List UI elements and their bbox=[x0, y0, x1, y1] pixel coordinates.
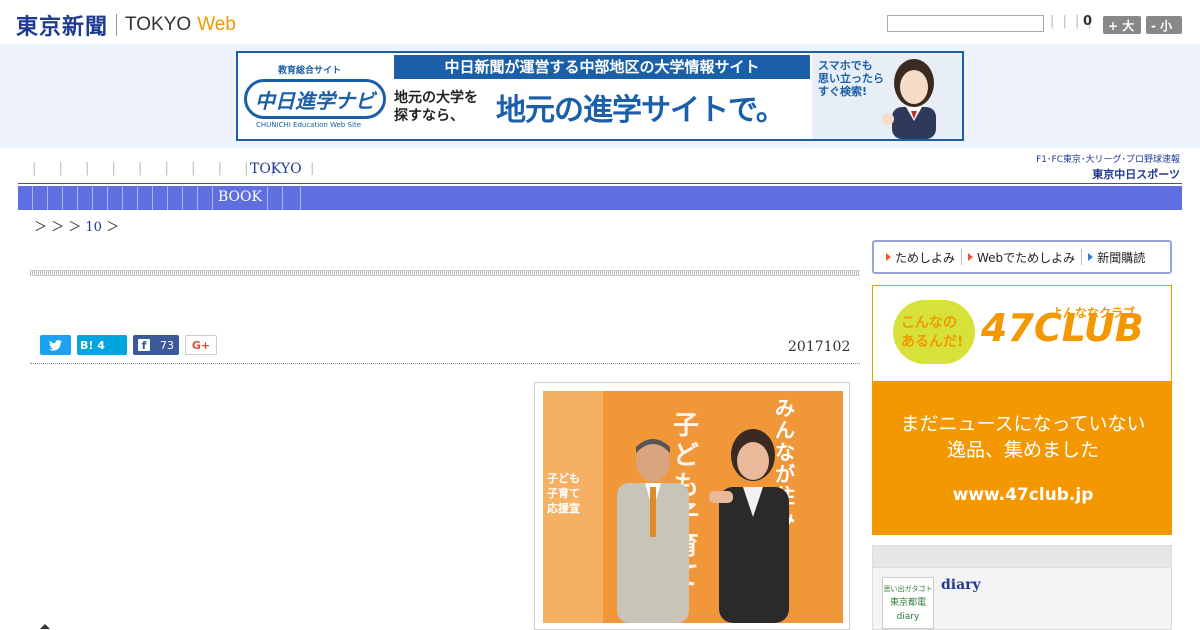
article-photo-frame: 子ども 子育て 応援宣 子ども子育て みんなが住み bbox=[534, 382, 850, 630]
breadcrumb-suffix: ＞ bbox=[106, 220, 120, 235]
ad-47club-url: www.47club.jp bbox=[952, 485, 1094, 505]
ad-47club-message-line-1: まだニュースになっていない bbox=[900, 413, 1146, 435]
diary-box-header bbox=[873, 546, 1171, 568]
logo-web: Web bbox=[197, 14, 236, 35]
banner-left-text: 地元の大学を 探すなら、 bbox=[394, 89, 478, 125]
nav-separator: | bbox=[310, 161, 315, 176]
arrow-right-icon bbox=[886, 253, 891, 261]
breadcrumb: ＞ ＞ ＞ 10 ＞ bbox=[34, 216, 119, 235]
logo-divider bbox=[116, 14, 118, 36]
web-try-read-label: Webでためしよみ bbox=[977, 250, 1076, 265]
ad-47club-bubble-text: こんなの あるんだ! bbox=[901, 315, 964, 350]
logo-english: TOKYO bbox=[125, 14, 192, 35]
ad-47club-bottom: まだニュースになっていない 逸品、集めました www.47club.jp bbox=[873, 381, 1171, 534]
secondary-nav-item[interactable] bbox=[267, 186, 283, 210]
banner-logo: 教育総合サイト 中日進学ナビ CHUNICHI Education Web Si… bbox=[242, 59, 390, 135]
ad-47club-message: まだニュースになっていない 逸品、集めました bbox=[873, 411, 1171, 463]
ad-47club-bubble: こんなの あるんだ! bbox=[893, 300, 975, 364]
twitter-share-button[interactable] bbox=[40, 335, 71, 355]
banner-left-line-1: 地元の大学を bbox=[394, 90, 478, 106]
font-larger-button[interactable]: + 大 bbox=[1103, 16, 1141, 34]
banner-side-panel: スマホでも 思い立ったら すぐ検索! bbox=[812, 53, 962, 139]
ad-47club-message-line-2: 逸品、集めました bbox=[946, 439, 1099, 461]
diary-thumbnail[interactable]: 思い出ガタゴト 東京都電 diary bbox=[882, 577, 934, 629]
ad-47club[interactable]: こんなの あるんだ! よんななクラブ 47CLUB まだニュースになっていない … bbox=[872, 285, 1172, 535]
banner-logo-en: CHUNICHI Education Web Site bbox=[256, 121, 362, 129]
article-divider bbox=[30, 363, 860, 364]
search-input[interactable] bbox=[887, 15, 1044, 32]
ad-47club-logo: 47CLUB bbox=[981, 306, 1144, 350]
secondary-nav-items[interactable] bbox=[18, 186, 213, 210]
chunichi-sports-sub: F1･FC東京･大リーグ･プロ野球速報 bbox=[1036, 155, 1180, 165]
article-date: 2017102 bbox=[788, 339, 851, 355]
font-smaller-button[interactable]: - 小 bbox=[1146, 16, 1182, 34]
facebook-share-button[interactable]: f 73 bbox=[133, 335, 179, 355]
article-title-rule bbox=[30, 270, 860, 276]
diary-thumb-line-2: 東京都電 bbox=[889, 598, 926, 608]
diary-thumb-line-3: diary bbox=[896, 612, 920, 622]
logo-japanese: 東京新聞 bbox=[16, 15, 109, 40]
primary-nav-items[interactable]: | | | | | | | | | | bbox=[32, 161, 284, 176]
header-count: 0 bbox=[1083, 14, 1093, 29]
photo-man-figure bbox=[617, 439, 689, 623]
web-try-read-link[interactable]: Webでためしよみ bbox=[962, 249, 1083, 265]
hatena-bookmark-button[interactable]: B! 4 bbox=[77, 335, 127, 355]
diary-box: 思い出ガタゴト 東京都電 diary diary bbox=[872, 545, 1172, 630]
arrow-right-icon bbox=[1088, 253, 1094, 261]
ad-47club-top: こんなの あるんだ! よんななクラブ 47CLUB bbox=[873, 286, 1171, 381]
breadcrumb-prefix: ＞ ＞ ＞ bbox=[34, 220, 82, 235]
try-read-link[interactable]: ためしよみ bbox=[880, 249, 963, 265]
diary-title-link[interactable]: diary bbox=[941, 577, 981, 593]
facebook-count: 73 bbox=[160, 338, 174, 352]
top-bar: 東京新聞 TOKYO Web | | | | 0 + 大 - 小 bbox=[0, 0, 1200, 44]
scroll-up-caret[interactable] bbox=[40, 624, 50, 629]
secondary-nav: BOOK bbox=[18, 186, 1182, 210]
secondary-nav-item[interactable] bbox=[283, 186, 301, 210]
chunichi-sports-logo: 東京中日スポーツ bbox=[1092, 168, 1180, 181]
diary-thumb-line-1: 思い出ガタゴト bbox=[883, 585, 933, 593]
primary-nav: | | | | | | | | | | TOKYO | bbox=[18, 158, 1182, 184]
twitter-icon bbox=[49, 339, 62, 351]
facebook-icon: f bbox=[138, 339, 150, 352]
photo-woman-figure bbox=[709, 429, 789, 623]
banner-headline: 中日新聞が運営する中部地区の大学情報サイト bbox=[394, 55, 810, 79]
nav-item-tokyo[interactable]: TOKYO bbox=[250, 161, 302, 177]
photo-poster-text: 子ども 子育て 応援宣 bbox=[547, 472, 580, 515]
site-logo[interactable]: 東京新聞 TOKYO Web bbox=[16, 9, 236, 41]
try-read-label: ためしよみ bbox=[895, 250, 956, 265]
google-plus-button[interactable]: G+ bbox=[185, 335, 217, 355]
arrow-right-icon bbox=[968, 253, 974, 261]
ad-banner-shingaku-navi[interactable]: 教育総合サイト 中日進学ナビ CHUNICHI Education Web Si… bbox=[236, 51, 964, 141]
subscribe-link[interactable]: 新聞購読 bbox=[1082, 249, 1151, 265]
banner-area: 教育総合サイト 中日進学ナビ CHUNICHI Education Web Si… bbox=[0, 44, 1200, 148]
breadcrumb-link[interactable]: 10 bbox=[85, 220, 102, 235]
article-photo[interactable]: 子ども 子育て 応援宣 子ども子育て みんなが住み bbox=[543, 391, 843, 623]
banner-main-text: 地元の進学サイトで。 bbox=[496, 93, 786, 128]
banner-model-photo bbox=[882, 59, 936, 139]
subscribe-label: 新聞購読 bbox=[1097, 250, 1146, 265]
chunichi-sports-link[interactable]: F1･FC東京･大リーグ･プロ野球速報 東京中日スポーツ bbox=[1020, 152, 1180, 182]
nav-item-book[interactable]: BOOK bbox=[218, 189, 262, 205]
banner-left-line-2: 探すなら、 bbox=[394, 108, 464, 124]
banner-logo-sub: 教育総合サイト bbox=[278, 66, 342, 76]
banner-logo-main: 中日進学ナビ bbox=[244, 79, 386, 119]
subscription-links: ためしよみ Webでためしよみ 新聞購読 bbox=[872, 240, 1172, 274]
